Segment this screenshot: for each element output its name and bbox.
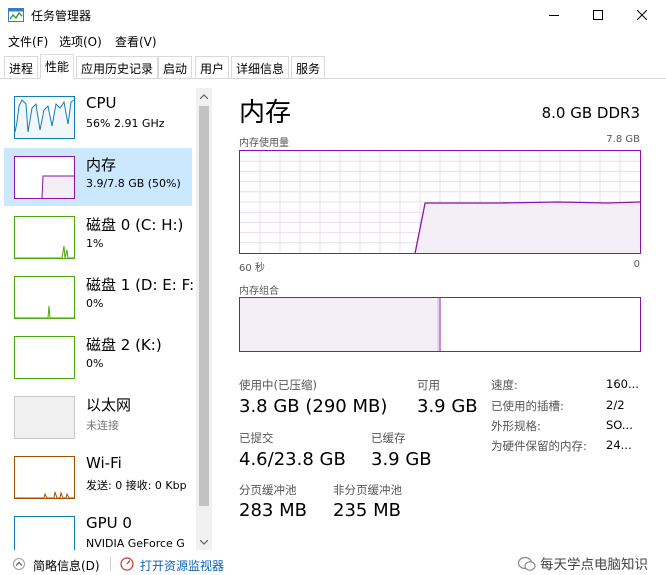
- device-stats: NVIDIA GeForce G: [86, 537, 185, 550]
- graph-x-right-label: 0: [633, 259, 640, 270]
- menu-view[interactable]: 查看(V): [115, 33, 157, 50]
- wechat-icon: [517, 556, 536, 571]
- committed-value: 4.6/23.8 GB: [239, 449, 346, 470]
- fewer-details-link[interactable]: 简略信息(D): [33, 557, 100, 574]
- menu-bar: 文件(F) 选项(O) 查看(V): [0, 30, 666, 52]
- usage-graph-max: 7.8 GB: [606, 134, 640, 145]
- device-stats: 未连接: [86, 419, 119, 432]
- device-name: 以太网: [86, 396, 132, 414]
- available-label: 可用: [417, 378, 440, 392]
- in-use-value: 3.8 GB (290 MB): [239, 396, 388, 417]
- speed-value: 160...: [606, 377, 639, 391]
- device-item-disk-1[interactable]: 磁盘 1 (D: E: F: 0%: [4, 268, 195, 326]
- resource-monitor-icon: [120, 557, 134, 571]
- device-stats: 3.9/7.8 GB (50%): [86, 177, 181, 190]
- speed-label: 速度:: [491, 378, 518, 392]
- watermark: 每天学点电脑知识: [517, 553, 648, 573]
- device-stats: 1%: [86, 237, 104, 250]
- bottom-divider: [110, 557, 111, 571]
- chevron-down-icon: [200, 539, 208, 545]
- tab-app-history[interactable]: 应用历史记录: [76, 56, 159, 78]
- form-factor-label: 外形规格:: [491, 419, 541, 433]
- committed-label: 已提交: [239, 431, 274, 445]
- tab-services[interactable]: 服务: [291, 56, 326, 78]
- device-list: CPU 56% 2.91 GHz 内存 3.9/7.8 GB (50%) 磁盘 …: [0, 80, 212, 550]
- device-name: GPU 0: [86, 514, 132, 532]
- composition-label: 内存组合: [239, 286, 279, 297]
- nonpaged-pool-label: 非分页缓冲池: [333, 483, 402, 497]
- minimize-button[interactable]: [532, 0, 576, 30]
- tab-bar: 进程 性能 应用历史记录 启动 用户 详细信息 服务: [0, 54, 666, 79]
- detail-title: 内存: [239, 98, 292, 128]
- device-name: 内存: [86, 156, 117, 174]
- paged-pool-label: 分页缓冲池: [239, 483, 297, 497]
- device-stats: 56% 2.91 GHz: [86, 117, 165, 130]
- scrollbar-thumb[interactable]: [199, 106, 209, 506]
- device-name: CPU: [86, 94, 117, 112]
- available-value: 3.9 GB: [417, 396, 478, 417]
- menu-file[interactable]: 文件(F): [8, 33, 48, 50]
- chevron-up-icon: [200, 93, 208, 99]
- graph-x-left-label: 60 秒: [239, 263, 265, 274]
- menu-options[interactable]: 选项(O): [59, 33, 102, 50]
- device-item-cpu[interactable]: CPU 56% 2.91 GHz: [4, 88, 192, 146]
- hardware-reserved-label: 为硬件保留的内存:: [491, 439, 587, 453]
- disk-0-thumbnail-graph: [14, 216, 75, 259]
- window-title: 任务管理器: [31, 9, 92, 23]
- tab-details[interactable]: 详细信息: [231, 56, 290, 78]
- cached-value: 3.9 GB: [371, 449, 432, 470]
- tab-performance[interactable]: 性能: [40, 54, 75, 79]
- close-icon: [637, 10, 647, 20]
- device-item-ethernet[interactable]: 以太网 未连接: [4, 388, 192, 446]
- device-stats: 0%: [86, 297, 104, 310]
- memory-thumbnail-graph: [14, 156, 75, 199]
- device-item-gpu[interactable]: GPU 0 NVIDIA GeForce G: [4, 508, 192, 550]
- tab-processes[interactable]: 进程: [4, 56, 39, 78]
- watermark-text: 每天学点电脑知识: [540, 557, 648, 573]
- tab-users[interactable]: 用户: [195, 56, 230, 78]
- device-name: Wi-Fi: [86, 454, 122, 472]
- slots-used-label: 已使用的插槽:: [491, 399, 564, 413]
- cached-label: 已缓存: [371, 431, 406, 445]
- disk-1-thumbnail-graph: [14, 276, 75, 319]
- device-stats: 0%: [86, 357, 104, 370]
- maximize-icon: [593, 10, 603, 20]
- form-factor-value: SO...: [606, 418, 633, 432]
- disk-2-thumbnail-graph: [14, 336, 75, 379]
- in-use-label: 使用中(已压缩): [239, 378, 317, 392]
- scroll-up-button[interactable]: [196, 88, 212, 104]
- gpu-thumbnail-graph: [14, 516, 75, 550]
- device-list-scrollbar[interactable]: [196, 88, 212, 550]
- tab-startup[interactable]: 启动: [158, 56, 193, 78]
- hardware-reserved-value: 24...: [606, 438, 632, 452]
- usage-graph-label: 内存使用量: [239, 138, 289, 149]
- wifi-thumbnail-graph: [14, 456, 75, 499]
- maximize-button[interactable]: [576, 0, 620, 30]
- device-item-disk-2[interactable]: 磁盘 2 (K:) 0%: [4, 328, 192, 386]
- open-resource-monitor-link[interactable]: 打开资源监视器: [140, 557, 224, 574]
- nonpaged-pool-value: 235 MB: [333, 500, 401, 521]
- device-name: 磁盘 2 (K:): [86, 336, 162, 354]
- device-stats: 发送: 0 接收: 0 Kbp: [86, 479, 187, 492]
- memory-composition-bar: [239, 297, 641, 352]
- memory-usage-graph: [239, 150, 641, 254]
- minimize-icon: [549, 15, 559, 16]
- paged-pool-value: 283 MB: [239, 500, 307, 521]
- device-item-wifi[interactable]: Wi-Fi 发送: 0 接收: 0 Kbp: [4, 448, 192, 506]
- memory-spec: 8.0 GB DDR3: [541, 104, 640, 122]
- collapse-chevron-icon: [13, 558, 25, 570]
- cpu-thumbnail-graph: [14, 96, 75, 139]
- device-item-memory[interactable]: 内存 3.9/7.8 GB (50%): [4, 148, 192, 206]
- ethernet-thumbnail-graph: [14, 396, 75, 439]
- device-name: 磁盘 0 (C: H:): [86, 216, 184, 234]
- scroll-down-button[interactable]: [196, 534, 212, 550]
- task-manager-icon: [8, 8, 24, 22]
- close-button[interactable]: [620, 0, 664, 30]
- device-name: 磁盘 1 (D: E: F:: [86, 276, 195, 294]
- slots-used-value: 2/2: [606, 398, 625, 412]
- device-item-disk-0[interactable]: 磁盘 0 (C: H:) 1%: [4, 208, 192, 266]
- title-bar: 任务管理器: [0, 0, 666, 30]
